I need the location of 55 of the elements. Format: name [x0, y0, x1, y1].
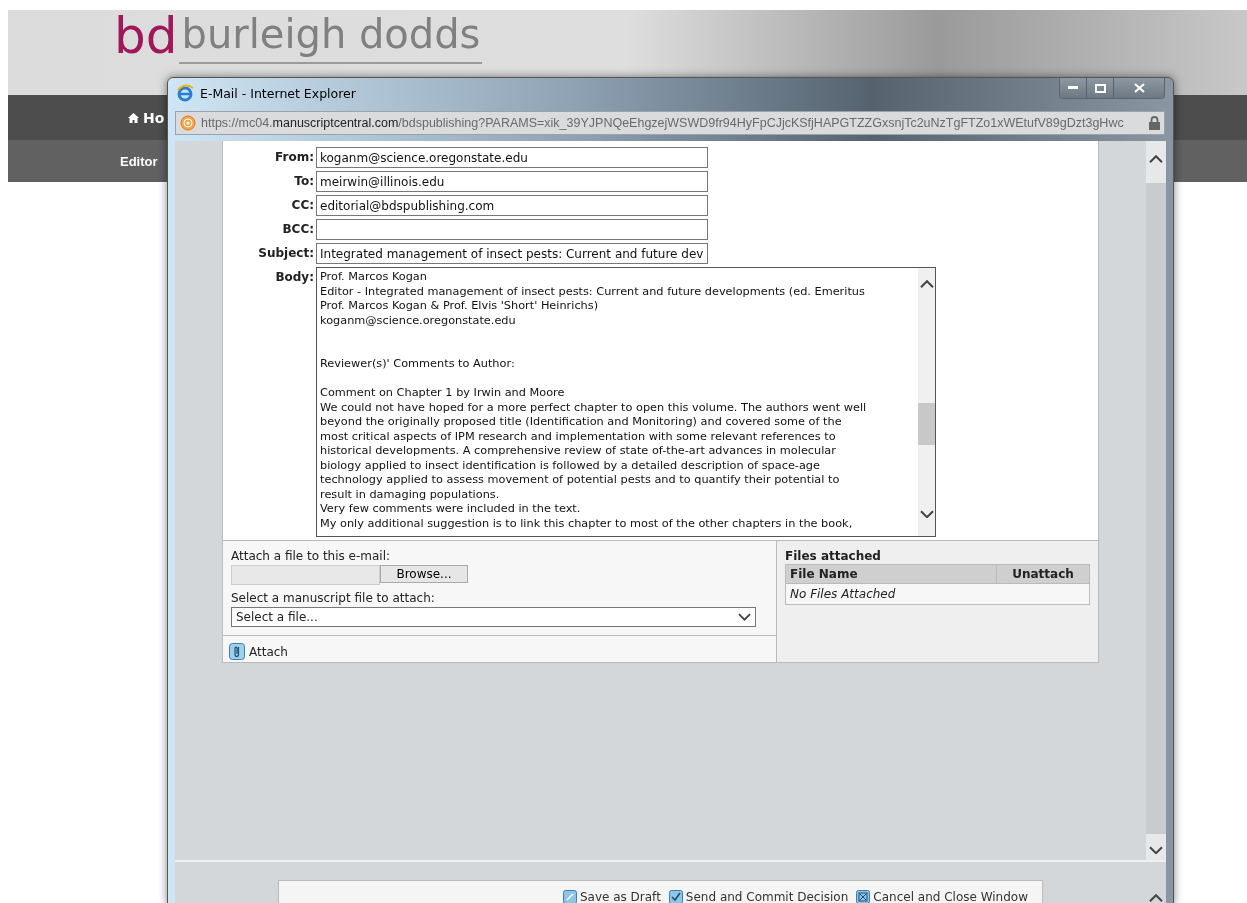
field-label: To: [293, 173, 315, 190]
field-label: CC: [290, 197, 315, 214]
dropdown-caret-icon[interactable] [738, 613, 751, 621]
globe-icon [180, 115, 196, 131]
close-button[interactable] [1114, 78, 1164, 98]
nav-link[interactable]: Ho [128, 109, 165, 126]
browser-icon [176, 84, 194, 102]
body-field[interactable] [316, 267, 936, 537]
action-button[interactable]: Cancel and Close Window [856, 890, 1028, 903]
logo-name: burleigh dodds [179, 10, 483, 64]
minimize-icon [1068, 86, 1078, 90]
input-field[interactable]: Integrated management of insect pests: Current and future dev [316, 243, 708, 264]
close-icon [1133, 83, 1145, 93]
close-icon [856, 890, 871, 903]
field-label: Subject: [257, 245, 315, 262]
scroll-thumb[interactable] [918, 403, 935, 446]
scroll-down-icon[interactable] [1149, 845, 1163, 854]
address-field[interactable]: https://mc04.manuscriptcentral.com/bdspublishing?PARAMS=xik_39YJPNQeEhgzejWSWD9fr94HyFpCJjcKSfjHAPGTZZGxsnjTc2uNzTgFTZo1xWEtufV89gDzt3gHwc [175, 111, 1165, 135]
window-title: E-Mail - Internet Explorer [200, 85, 356, 101]
file-select[interactable]: Select a file... [231, 607, 756, 627]
logo-mark: bd [114, 6, 178, 66]
input-field[interactable]: koganm@science.oregonstate.edu [316, 147, 708, 168]
maximize-button[interactable] [1087, 78, 1114, 98]
paperclip-icon [229, 643, 245, 660]
input-field[interactable]: meirwin@illinois.edu [316, 171, 708, 192]
column-header: File Name [786, 565, 997, 583]
attach-label: Attach a file to this e-mail: [231, 549, 392, 563]
column-header: Unattach [1011, 566, 1075, 583]
nav-link[interactable]: Editor [120, 153, 158, 169]
body-paragraph: Reviewer(s)' Comments to Author: [320, 357, 516, 372]
body-paragraph: Comment on Chapter 1 by Irwin and Moore We could not have hoped for a more perfect chapter to open this volume. The authors went well beyond the originally proposed title (Identification and Monitoring) and covered some of the most critical aspects of IPM research and implementation with some relevant references to historical developments. A comprehensive review of state of-the-art advances in molecular biology applied to insect identification is followed by a detailed description of space-age technology applied to assess movement of potential pests and to quantify their potential to result in damaging populations. Very few comments were included in the text. My only additional suggestion is to link this chapter to most of the other chapters in the book, [320, 386, 868, 531]
minimize-button[interactable] [1060, 78, 1087, 98]
input-field[interactable] [316, 219, 708, 240]
attach-button[interactable]: Attach [229, 643, 288, 660]
field-label: Body: [274, 269, 315, 286]
input-field[interactable]: editorial@bdspublishing.com [316, 195, 708, 216]
scrollbar[interactable] [918, 268, 935, 536]
home-icon [128, 112, 139, 123]
maximize-icon [1094, 83, 1106, 93]
action-button[interactable]: Send and Commit Decision [668, 890, 849, 903]
field-label: From: [274, 149, 315, 166]
check-icon [668, 890, 683, 903]
scroll-up-icon[interactable] [1149, 893, 1163, 902]
field-label: BCC: [281, 221, 315, 238]
scroll-up-icon[interactable] [919, 280, 934, 289]
scroll-down-icon[interactable] [919, 509, 934, 518]
browse-button[interactable]: Browse... [380, 565, 468, 583]
body-paragraph: Prof. Marcos Kogan Editor - Integrated management of insect pests: Current and future developments (ed. Emeritus Prof. Marcos Kogan & Prof. Elvis 'Short' Heinrichs) koganm@science.oregonstate.edu [320, 270, 866, 328]
table-cell: No Files Attached [786, 584, 1089, 604]
file-field[interactable] [231, 565, 380, 585]
manuscript-label: Select a manuscript file to attach: [231, 591, 436, 605]
scroll-up-icon[interactable] [1149, 155, 1163, 164]
action-button[interactable]: Save as Draft [562, 890, 661, 903]
lock-icon [1149, 116, 1160, 130]
files-title: Files attached [785, 549, 882, 563]
